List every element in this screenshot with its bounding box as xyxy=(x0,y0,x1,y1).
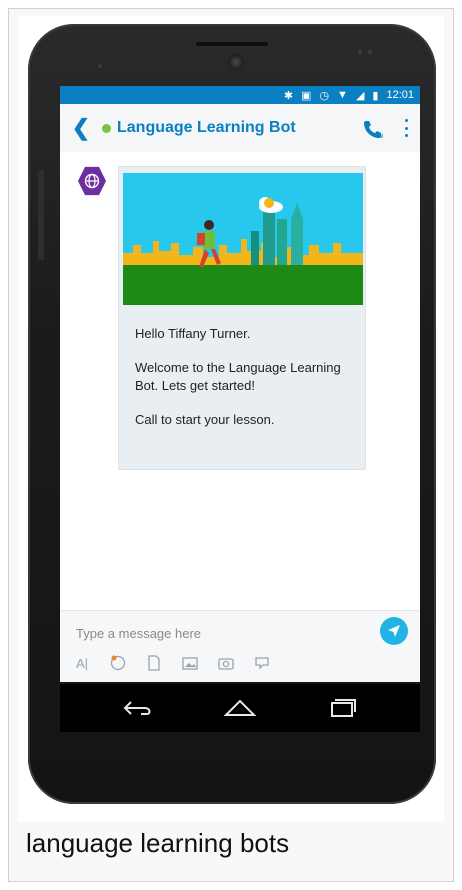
alarm-icon: ◷ xyxy=(319,89,330,102)
emoji-button[interactable] xyxy=(110,655,126,671)
more-dot xyxy=(404,134,408,137)
more-dot xyxy=(404,126,408,130)
sensor xyxy=(368,50,372,54)
wifi-icon: ▼ xyxy=(337,89,348,101)
battery-icon: ▮ xyxy=(372,89,379,102)
phone-call-icon xyxy=(364,121,383,138)
image-button[interactable] xyxy=(182,655,198,671)
signal-icon: ◢ xyxy=(355,89,365,102)
bot-message-card: Hello Tiffany Turner. Welcome to the Lan… xyxy=(118,166,366,470)
file-icon xyxy=(148,655,160,671)
call-button[interactable] xyxy=(362,118,384,140)
location-button[interactable] xyxy=(254,655,270,671)
front-camera xyxy=(228,54,244,70)
presence-dot-icon xyxy=(102,123,111,133)
emoji-icon xyxy=(110,655,126,671)
text-format-icon: A| xyxy=(75,655,89,671)
back-button[interactable]: ❮ xyxy=(66,104,96,152)
chat-area: Hello Tiffany Turner. Welcome to the Lan… xyxy=(60,152,420,610)
nav-home-button[interactable] xyxy=(220,694,260,722)
camera-icon xyxy=(218,658,234,670)
bluetooth-icon: ✱ xyxy=(283,89,294,102)
conversation-title: Language Learning Bot xyxy=(117,119,296,136)
more-dot xyxy=(404,119,408,122)
message-line: Welcome to the Language Learning Bot. Le… xyxy=(135,360,341,393)
message-composer: A| xyxy=(60,610,420,682)
globe-icon xyxy=(84,173,100,189)
vibrate-icon: ▣ xyxy=(301,89,312,102)
image-icon xyxy=(182,657,198,670)
more-options-button[interactable] xyxy=(402,116,410,140)
status-time: 12:01 xyxy=(386,89,414,101)
composer-toolbar: A| xyxy=(74,655,270,671)
send-button[interactable] xyxy=(380,617,408,645)
send-icon xyxy=(388,625,400,637)
nav-recents-button[interactable] xyxy=(322,694,362,722)
sensor xyxy=(358,50,362,54)
hero-illustration xyxy=(123,173,363,305)
message-line: Call to start your lesson. xyxy=(135,412,275,427)
nav-back-button[interactable] xyxy=(118,694,158,722)
android-nav-bar xyxy=(60,684,420,732)
status-bar: ✱ ▣ ◷ ▼ ◢ ▮ 12:01 xyxy=(60,86,420,104)
message-input[interactable] xyxy=(74,621,358,645)
bot-avatar xyxy=(78,166,106,196)
sensor xyxy=(98,64,102,68)
earpiece-speaker xyxy=(196,42,268,46)
app-bar: ❮ Language Learning Bot xyxy=(60,104,420,153)
back-nav-icon xyxy=(123,701,151,715)
home-nav-icon xyxy=(223,699,257,716)
image-caption: language learning bots xyxy=(26,828,290,858)
chevron-left-icon: ❮ xyxy=(71,115,91,140)
message-line: Hello Tiffany Turner. xyxy=(135,326,251,341)
location-icon xyxy=(255,657,269,670)
phone-screen: ✱ ▣ ◷ ▼ ◢ ▮ 12:01 ❮ Language Learning Bo… xyxy=(60,86,420,682)
bot-message-text: Hello Tiffany Turner. Welcome to the Lan… xyxy=(135,325,355,445)
power-button xyxy=(38,170,44,260)
text-format-button[interactable]: A| xyxy=(74,655,90,671)
recents-nav-icon xyxy=(331,699,356,717)
camera-button[interactable] xyxy=(218,655,234,671)
file-button[interactable] xyxy=(146,655,162,671)
